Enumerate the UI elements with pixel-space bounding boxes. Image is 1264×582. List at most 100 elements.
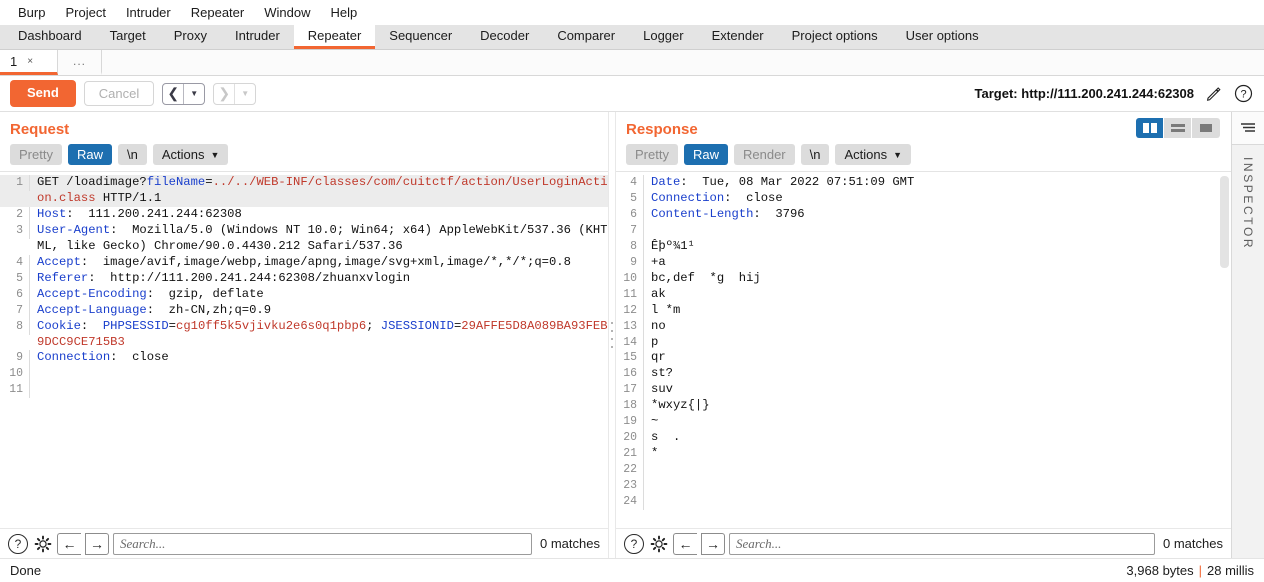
- request-tab-raw[interactable]: Raw: [67, 144, 112, 165]
- code-text[interactable]: *wxyz{|}: [651, 398, 1231, 414]
- go-back-button[interactable]: ❮ ▼: [162, 82, 206, 105]
- help-icon[interactable]: ?: [1232, 83, 1254, 105]
- code-text[interactable]: Accept-Encoding: gzip, deflate: [37, 287, 608, 303]
- code-text[interactable]: [651, 223, 1231, 239]
- tab-target[interactable]: Target: [96, 25, 160, 49]
- chevron-down-icon[interactable]: ▼: [184, 84, 204, 104]
- response-editor[interactable]: 4 Date: Tue, 08 Mar 2022 07:51:09 GMT 5 Con…: [616, 171, 1231, 528]
- code-text[interactable]: GET /loadimage?fileName=../../WEB-INF/cl…: [37, 175, 608, 207]
- response-scrollbar[interactable]: [1220, 176, 1229, 268]
- code-text[interactable]: qr: [651, 350, 1231, 366]
- code-text[interactable]: no: [651, 319, 1231, 335]
- search-previous-button[interactable]: ←: [57, 532, 81, 555]
- code-text[interactable]: [651, 478, 1231, 494]
- code-text[interactable]: Êþº¾1¹: [651, 239, 1231, 255]
- response-tab-raw[interactable]: Raw: [683, 144, 728, 165]
- request-actions-button[interactable]: Actions ▼: [152, 144, 229, 165]
- tab-decoder[interactable]: Decoder: [466, 25, 543, 49]
- inspector-rail[interactable]: INSPECTOR: [1231, 112, 1264, 558]
- code-text[interactable]: Host: 111.200.241.244:62308: [37, 207, 608, 223]
- code-line: 10: [0, 366, 608, 383]
- response-code-lines[interactable]: 4 Date: Tue, 08 Mar 2022 07:51:09 GMT 5 Con…: [616, 172, 1231, 528]
- line-number: 12: [616, 302, 644, 319]
- response-tab-render[interactable]: Render: [733, 144, 795, 165]
- close-icon[interactable]: ×: [27, 56, 33, 67]
- tab-project-options[interactable]: Project options: [778, 25, 892, 49]
- tab-comparer[interactable]: Comparer: [543, 25, 629, 49]
- code-text[interactable]: [651, 494, 1231, 510]
- tab-repeater[interactable]: Repeater: [293, 25, 376, 49]
- tab-user-options[interactable]: User options: [892, 25, 993, 49]
- pane-splitter[interactable]: [608, 112, 616, 558]
- code-token: GET /loadimage?: [37, 175, 147, 189]
- tab-logger[interactable]: Logger: [629, 25, 697, 49]
- request-code-lines[interactable]: 1 GET /loadimage?fileName=../../WEB-INF/c…: [0, 172, 608, 528]
- code-text[interactable]: User-Agent: Mozilla/5.0 (Windows NT 10.0…: [37, 223, 608, 255]
- help-icon[interactable]: ?: [8, 533, 28, 554]
- code-line: 20 s .: [616, 430, 1231, 447]
- layout-single-button[interactable]: [1192, 118, 1220, 138]
- request-tab-pretty[interactable]: Pretty: [10, 144, 62, 165]
- response-search-input[interactable]: [729, 532, 1156, 555]
- target-label: Target: http://111.200.241.244:62308: [974, 86, 1194, 101]
- search-next-button[interactable]: →: [701, 532, 725, 555]
- request-editor[interactable]: 1 GET /loadimage?fileName=../../WEB-INF/c…: [0, 171, 608, 528]
- tab-sequencer[interactable]: Sequencer: [375, 25, 466, 49]
- code-text[interactable]: st?: [651, 366, 1231, 382]
- code-text[interactable]: Content-Length: 3796: [651, 207, 1231, 223]
- request-search-input[interactable]: [113, 532, 533, 555]
- chevron-left-icon[interactable]: ❮: [163, 84, 183, 104]
- request-tab-newline[interactable]: \n: [117, 144, 147, 165]
- repeater-tab-1[interactable]: 1 ×: [0, 50, 58, 75]
- layout-stacked-button[interactable]: [1164, 118, 1192, 138]
- code-token: Accept: [37, 254, 81, 269]
- layout-side-by-side-button[interactable]: [1136, 118, 1164, 138]
- menu-item-project[interactable]: Project: [55, 2, 115, 23]
- menu-item-help[interactable]: Help: [320, 2, 367, 23]
- menu-item-intruder[interactable]: Intruder: [116, 2, 181, 23]
- code-text[interactable]: Date: Tue, 08 Mar 2022 07:51:09 GMT: [651, 175, 1231, 191]
- pencil-icon[interactable]: [1202, 83, 1224, 105]
- code-text[interactable]: suv: [651, 382, 1231, 398]
- code-text[interactable]: s .: [651, 430, 1231, 446]
- code-text[interactable]: Accept-Language: zh-CN,zh;q=0.9: [37, 303, 608, 319]
- code-text[interactable]: Connection: close: [651, 191, 1231, 207]
- gear-icon[interactable]: [32, 533, 53, 554]
- add-repeater-tab-button[interactable]: ...: [58, 50, 102, 75]
- code-text[interactable]: +a: [651, 255, 1231, 271]
- code-text[interactable]: [651, 462, 1231, 478]
- search-previous-button[interactable]: ←: [673, 532, 697, 555]
- code-text[interactable]: Accept: image/avif,image/webp,image/apng…: [37, 255, 608, 271]
- code-line: 14 p: [616, 334, 1231, 351]
- code-text[interactable]: l *m: [651, 303, 1231, 319]
- menu-item-window[interactable]: Window: [254, 2, 320, 23]
- tab-proxy[interactable]: Proxy: [160, 25, 221, 49]
- response-actions-button[interactable]: Actions ▼: [835, 144, 912, 165]
- inspector-label[interactable]: INSPECTOR: [1241, 145, 1255, 250]
- code-text[interactable]: bc,def *g hij: [651, 271, 1231, 287]
- code-token: =: [205, 175, 213, 189]
- code-text[interactable]: ak: [651, 287, 1231, 303]
- response-tab-newline[interactable]: \n: [800, 144, 830, 165]
- code-text[interactable]: ~: [651, 414, 1231, 430]
- line-number: 21: [616, 446, 644, 463]
- search-next-button[interactable]: →: [85, 532, 109, 555]
- tab-intruder[interactable]: Intruder: [221, 25, 294, 49]
- code-text[interactable]: p: [651, 335, 1231, 351]
- send-button[interactable]: Send: [10, 80, 76, 107]
- code-text[interactable]: Connection: close: [37, 350, 608, 366]
- code-token: qr: [651, 350, 666, 365]
- tab-dashboard[interactable]: Dashboard: [4, 25, 96, 49]
- code-text[interactable]: [37, 382, 608, 398]
- menu-item-burp[interactable]: Burp: [8, 2, 55, 23]
- tab-extender[interactable]: Extender: [698, 25, 778, 49]
- response-tab-pretty[interactable]: Pretty: [626, 144, 678, 165]
- code-text[interactable]: Referer: http://111.200.241.244:62308/zh…: [37, 271, 608, 287]
- code-text[interactable]: *: [651, 446, 1231, 462]
- code-text[interactable]: Cookie: PHPSESSID=cg10ff5k5vjivku2e6s0q1…: [37, 319, 608, 351]
- help-icon[interactable]: ?: [624, 533, 644, 554]
- code-text[interactable]: [37, 366, 608, 382]
- gear-icon[interactable]: [648, 533, 669, 554]
- menu-item-repeater[interactable]: Repeater: [181, 2, 254, 23]
- inspector-menu-icon[interactable]: [1232, 112, 1264, 145]
